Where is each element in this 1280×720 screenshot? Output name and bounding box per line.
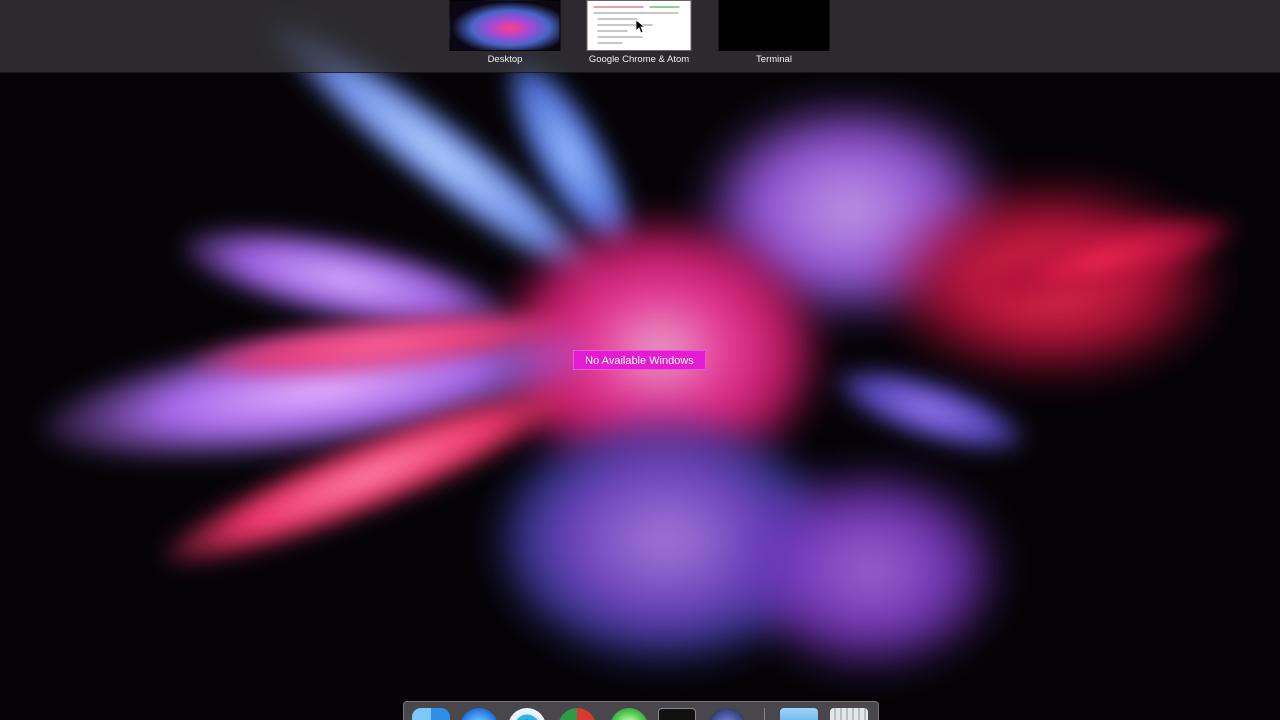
messages-icon[interactable] bbox=[610, 708, 648, 720]
generic-app-icon[interactable] bbox=[708, 708, 746, 720]
space-chrome-atom[interactable]: Google Chrome & Atom bbox=[569, 0, 709, 72]
wallpaper-cloud-lower-right bbox=[740, 470, 1000, 670]
thumbnail-line bbox=[593, 12, 679, 14]
downloads-folder-icon[interactable] bbox=[780, 708, 818, 720]
space-desktop-label: Desktop bbox=[487, 54, 523, 65]
mission-control-spaces-bar: Desktop Google Chrome & Atom Terminal bbox=[0, 0, 1280, 73]
thumbnail-line bbox=[597, 42, 623, 44]
space-terminal-label: Terminal bbox=[756, 54, 792, 65]
trash-icon[interactable] bbox=[830, 708, 868, 720]
no-available-windows-label: No Available Windows bbox=[573, 350, 706, 370]
thumbnail-line bbox=[593, 6, 644, 8]
thumbnail-line bbox=[597, 30, 628, 32]
finder-icon[interactable] bbox=[412, 708, 450, 720]
space-desktop[interactable]: Desktop bbox=[435, 0, 575, 72]
dock bbox=[403, 701, 879, 720]
space-terminal[interactable]: Terminal bbox=[704, 0, 844, 72]
space-chrome-atom-label: Google Chrome & Atom bbox=[588, 54, 690, 65]
thumbnail-line bbox=[597, 18, 638, 20]
spotlight-app-icon[interactable] bbox=[508, 708, 546, 720]
thumbnail-line bbox=[597, 36, 643, 38]
terminal-icon[interactable] bbox=[658, 708, 696, 720]
thumbnail-line bbox=[649, 6, 680, 8]
dock-separator bbox=[764, 708, 765, 720]
space-terminal-thumbnail[interactable] bbox=[718, 0, 830, 51]
space-desktop-thumbnail[interactable] bbox=[449, 0, 561, 51]
safari-icon[interactable] bbox=[460, 708, 498, 720]
desktop-screen: Desktop Google Chrome & Atom Terminal No… bbox=[0, 0, 1280, 720]
mouse-cursor-icon bbox=[636, 20, 646, 34]
chrome-icon[interactable] bbox=[558, 708, 596, 720]
